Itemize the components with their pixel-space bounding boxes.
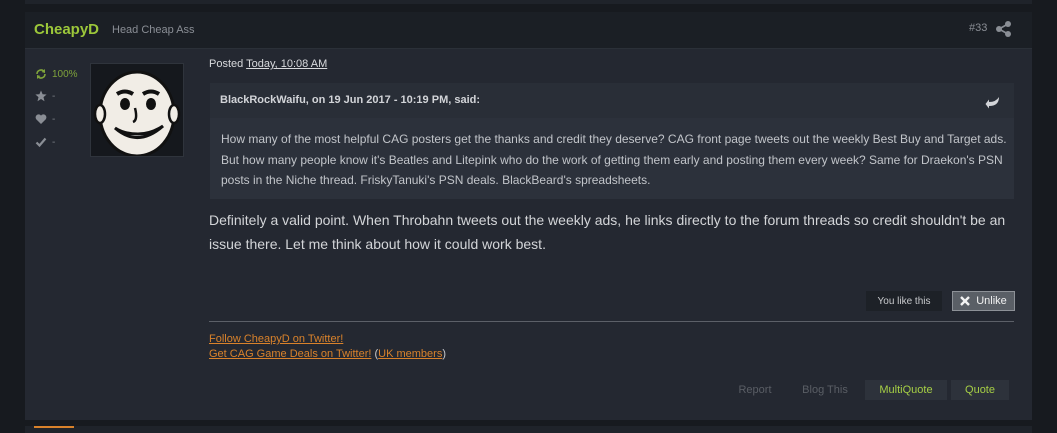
posted-line: Posted Today, 10:08 AM (209, 58, 327, 70)
next-post-author-edge (34, 426, 74, 431)
quote-text: How many of the most helpful CAG posters… (221, 132, 1007, 187)
quote-block: BlackRockWaifu, on 19 Jun 2017 - 10:19 P… (210, 83, 1014, 199)
check-icon (35, 137, 47, 148)
quote-citation: BlackRockWaifu, on 19 Jun 2017 - 10:19 P… (220, 94, 481, 106)
next-post-edge (25, 426, 1032, 433)
quote-button[interactable]: Quote (951, 380, 1009, 400)
quote-arrow-icon[interactable] (985, 95, 1001, 109)
forum-post: CheapyD Head Cheap Ass #33 100% - - - Po… (25, 12, 1032, 420)
post-body: Definitely a valid point. When Throbahn … (209, 212, 1006, 252)
signature-line-2: Get CAG Game Deals on Twitter! (UK membe… (209, 348, 446, 360)
reputation-stat: 100% (34, 68, 78, 80)
share-icon[interactable] (995, 20, 1013, 38)
heart-icon (35, 114, 47, 124)
signature-divider (209, 321, 1014, 322)
avatar[interactable] (90, 63, 184, 158)
paren-close: ) (442, 348, 447, 360)
deals-twitter-link[interactable]: Get CAG Game Deals on Twitter! (209, 348, 371, 360)
posted-date-link[interactable]: Today, 10:08 AM (246, 58, 327, 70)
star-stat: - (34, 90, 55, 102)
author-name[interactable]: CheapyD (34, 21, 99, 38)
report-button[interactable]: Report (729, 380, 781, 400)
avatar-face-image (93, 70, 181, 158)
previous-post-edge (25, 0, 1032, 4)
signature-line-1: Follow CheapyD on Twitter! (209, 333, 343, 345)
posted-label: Posted (209, 58, 244, 70)
heart-stat-value: - (52, 113, 56, 125)
unlike-button[interactable]: Unlike (952, 291, 1015, 311)
multiquote-button[interactable]: MultiQuote (865, 380, 947, 400)
check-stat: - (34, 136, 55, 148)
like-status: You like this (866, 291, 942, 311)
post-header: CheapyD Head Cheap Ass #33 (25, 12, 1032, 49)
reputation-value: 100% (52, 68, 78, 80)
author-title: Head Cheap Ass (112, 24, 195, 36)
unlike-label: Unlike (976, 295, 1007, 307)
follow-twitter-link[interactable]: Follow CheapyD on Twitter! (209, 333, 343, 345)
blog-this-button[interactable]: Blog This (796, 380, 854, 400)
heart-stat: - (34, 113, 55, 125)
check-stat-value: - (52, 136, 56, 148)
uk-members-link[interactable]: UK members (378, 348, 442, 360)
post-number-link[interactable]: #33 (969, 22, 987, 34)
star-icon (35, 90, 47, 102)
refresh-icon (36, 69, 46, 79)
star-stat-value: - (52, 90, 56, 102)
close-icon (960, 296, 971, 306)
quote-header: BlackRockWaifu, on 19 Jun 2017 - 10:19 P… (210, 83, 1014, 118)
